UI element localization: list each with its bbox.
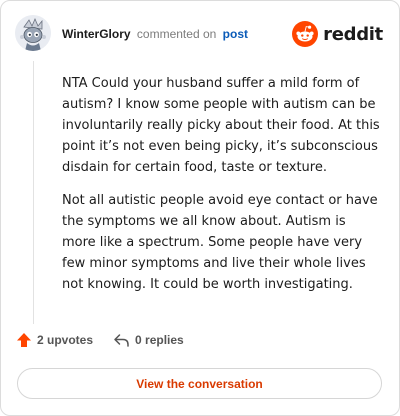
post-link[interactable]: post [223,27,248,41]
reddit-brand[interactable]: reddit [292,21,383,47]
comment-embed-card: WinterGlory commented on post reddit NTA… [0,0,400,416]
reddit-logo-icon [292,21,319,47]
replies-stat[interactable]: 0 replies [113,332,184,348]
username-link[interactable]: WinterGlory [62,27,131,41]
reddit-wordmark: reddit [323,23,383,45]
user-avatar[interactable] [15,15,51,51]
comment-body: NTA Could your husband suffer a mild for… [62,73,382,307]
comment-paragraph: Not all autistic people avoid eye contac… [62,193,378,292]
view-conversation-button[interactable]: View the conversation [17,368,382,399]
upvotes-count: 2 upvotes [37,333,94,347]
comment-action-text: commented on [136,27,217,41]
comment-paragraph: NTA Could your husband suffer a mild for… [62,76,380,175]
reply-icon [114,334,129,347]
upvote-arrow-icon [17,333,31,347]
thread-line [33,61,34,324]
snoo-avatar-icon [15,15,51,51]
replies-count: 0 replies [135,333,184,347]
comment-header: WinterGlory commented on post [62,26,248,42]
comment-footer: 2 upvotes 0 replies [16,332,184,348]
upvotes-stat[interactable]: 2 upvotes [16,332,93,348]
